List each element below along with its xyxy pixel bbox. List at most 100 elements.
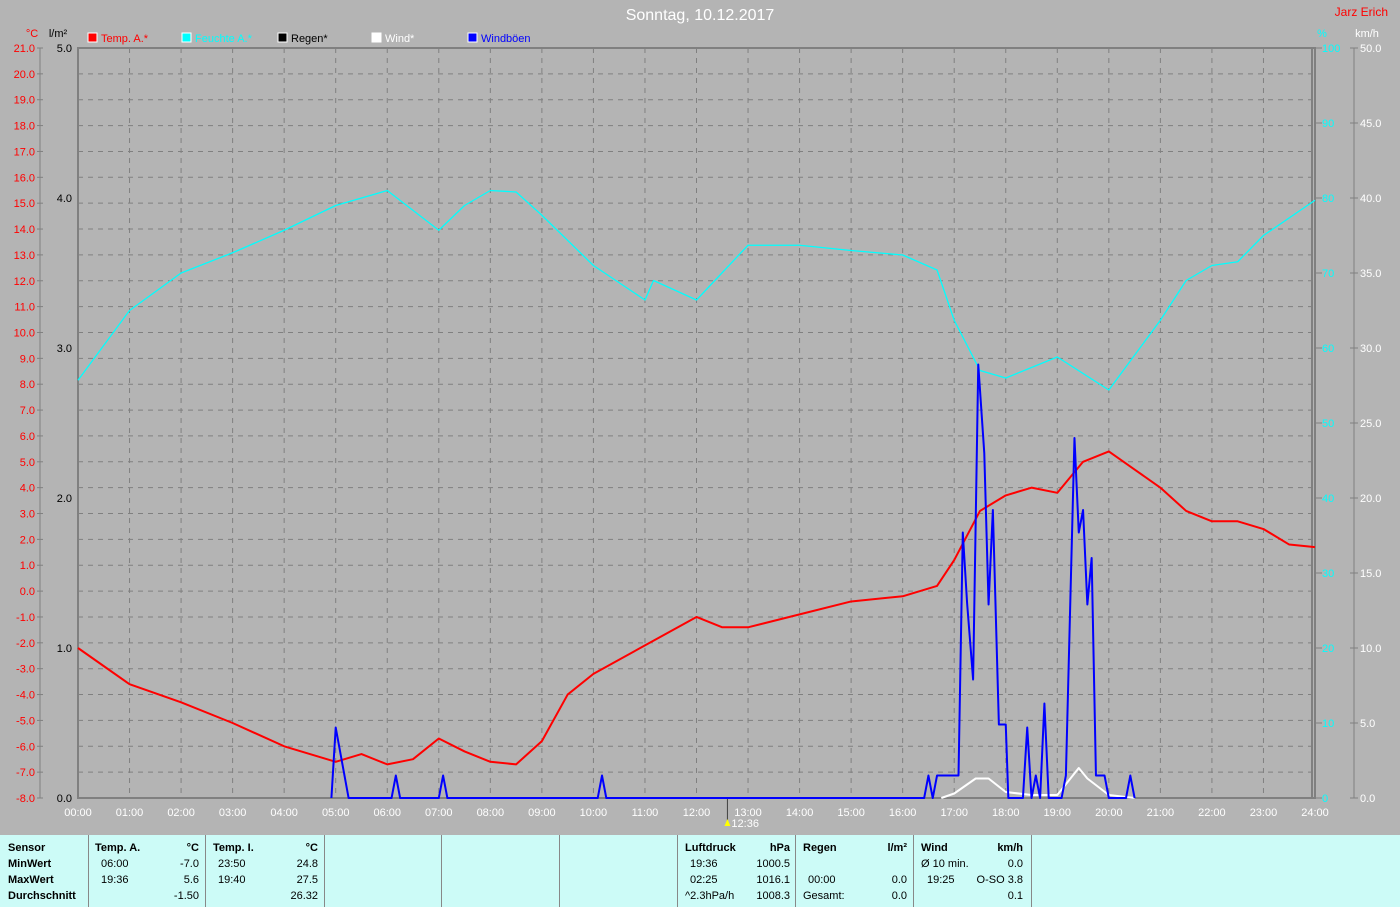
legend-swatch bbox=[371, 32, 382, 43]
rain-tick: 3.0 bbox=[57, 343, 72, 355]
temp-tick: 21.0 bbox=[14, 43, 35, 55]
min-label: MinWert bbox=[8, 858, 52, 870]
rain-unit: l/m² bbox=[887, 842, 907, 854]
wind-tick: 50.0 bbox=[1360, 43, 1381, 55]
temp-i-avg: 26.32 bbox=[290, 890, 318, 902]
temp-tick: 19.0 bbox=[14, 95, 35, 107]
cursor-time: 12:36 bbox=[731, 818, 759, 830]
temp-tick: 4.0 bbox=[20, 483, 35, 495]
legend-label: Wind* bbox=[385, 33, 415, 45]
x-tick: 03:00 bbox=[219, 807, 247, 819]
wind-avg: 0.0 bbox=[1007, 858, 1023, 870]
pressure-min: 1000.5 bbox=[756, 858, 790, 870]
humidity-tick: 40 bbox=[1322, 493, 1334, 505]
temp-a-header: Temp. A. bbox=[95, 842, 141, 854]
rain-header: Regen bbox=[803, 842, 837, 854]
temp-tick: 15.0 bbox=[14, 198, 35, 210]
wind-tick: 30.0 bbox=[1360, 343, 1381, 355]
wind-tick: 40.0 bbox=[1360, 193, 1381, 205]
empty-column bbox=[324, 835, 442, 907]
temp-a-min-time: 06:00 bbox=[101, 858, 129, 870]
temp-i-max-time: 19:40 bbox=[218, 874, 246, 886]
humidity-tick: 100 bbox=[1322, 43, 1340, 55]
temp-tick: 1.0 bbox=[20, 560, 35, 572]
x-tick: 23:00 bbox=[1250, 807, 1278, 819]
temp-a-avg: -1.50 bbox=[173, 890, 199, 902]
temp-a-max-time: 19:36 bbox=[101, 874, 129, 886]
temp-tick: -1.0 bbox=[16, 612, 35, 624]
x-tick: 20:00 bbox=[1095, 807, 1123, 819]
temp-tick: 3.0 bbox=[20, 509, 35, 521]
temp-tick: 0.0 bbox=[20, 586, 35, 598]
x-tick: 11:00 bbox=[632, 807, 659, 819]
x-tick: 00:00 bbox=[64, 807, 92, 819]
x-tick: 05:00 bbox=[322, 807, 350, 819]
x-tick: 16:00 bbox=[889, 807, 917, 819]
chart-title: Sonntag, 10.12.2017 bbox=[626, 7, 775, 24]
wind-max: O-SO 3.8 bbox=[976, 874, 1023, 886]
legend-swatch bbox=[277, 32, 288, 43]
x-tick: 06:00 bbox=[373, 807, 401, 819]
weather-chart: Sonntag, 10.12.2017 Jarz Erich °C l/m²% km/h… bbox=[14, 5, 1388, 830]
pressure-max-time: 02:25 bbox=[690, 874, 718, 886]
pressure-avg: 1008.3 bbox=[756, 890, 790, 902]
temp-tick: 16.0 bbox=[14, 172, 35, 184]
pressure-trend: ^2.3hPa/h bbox=[685, 890, 735, 902]
legend-label: Windböen bbox=[481, 33, 531, 45]
legend-swatch bbox=[87, 32, 98, 43]
temp-tick: 7.0 bbox=[20, 405, 35, 417]
temp-tick: 13.0 bbox=[14, 250, 35, 262]
x-tick: 07:00 bbox=[425, 807, 453, 819]
stats-panel: Sensor MinWert MaxWert Durchschnitt Temp… bbox=[0, 835, 1400, 907]
legend-swatch bbox=[181, 32, 192, 43]
temp-a-column: Temp. A. °C 06:00 -7.0 19:36 5.6 -1.50 bbox=[88, 835, 205, 907]
temp-tick: -5.0 bbox=[16, 715, 35, 727]
wind-tick: 5.0 bbox=[1360, 718, 1375, 730]
x-tick: 10:00 bbox=[580, 807, 608, 819]
temp-tick: -2.0 bbox=[16, 638, 35, 650]
pressure-max: 1016.1 bbox=[756, 874, 790, 886]
temp-a-unit: °C bbox=[186, 842, 199, 854]
humidity-tick: 90 bbox=[1322, 118, 1334, 130]
temp-a-max: 5.6 bbox=[183, 874, 199, 886]
wind-tick: 20.0 bbox=[1360, 493, 1381, 505]
rain-max: 0.0 bbox=[891, 874, 907, 886]
x-tick: 24:00 bbox=[1301, 807, 1329, 819]
sensor-column: Sensor MinWert MaxWert Durchschnitt bbox=[0, 835, 88, 907]
rain-tick: 5.0 bbox=[57, 43, 72, 55]
temp-tick: 10.0 bbox=[14, 327, 35, 339]
temp-tick: 17.0 bbox=[14, 146, 35, 158]
rain-total: 0.0 bbox=[891, 890, 907, 902]
rain-column: Regen l/m² 00:00 0.0 Gesamt: 0.0 bbox=[795, 835, 913, 907]
pressure-unit: hPa bbox=[769, 842, 790, 854]
temp-tick: -4.0 bbox=[16, 690, 35, 702]
rain-total-label: Gesamt: bbox=[803, 890, 845, 902]
humidity-tick: 50 bbox=[1322, 418, 1334, 430]
temp-i-max: 27.5 bbox=[296, 874, 318, 886]
pressure-min-time: 19:36 bbox=[690, 858, 718, 870]
temp-unit: °C bbox=[26, 28, 38, 40]
x-tick: 22:00 bbox=[1198, 807, 1226, 819]
pressure-column: Luftdruck hPa 19:36 1000.5 02:25 1016.1 … bbox=[677, 835, 795, 907]
temp-i-min: 24.8 bbox=[296, 858, 318, 870]
rain-tick: 2.0 bbox=[57, 493, 72, 505]
series-windböen bbox=[330, 363, 1136, 799]
x-tick: 02:00 bbox=[167, 807, 195, 819]
temp-tick: 14.0 bbox=[14, 224, 35, 236]
x-tick: 19:00 bbox=[1044, 807, 1072, 819]
column-divider bbox=[1031, 835, 1033, 907]
avg-label: Durchschnitt bbox=[8, 890, 76, 902]
author-label: Jarz Erich bbox=[1335, 5, 1388, 19]
temp-i-column: Temp. I. °C 23:50 24.8 19:40 27.5 26.32 bbox=[205, 835, 324, 907]
temp-i-min-time: 23:50 bbox=[218, 858, 246, 870]
legend-label: Temp. A.* bbox=[101, 33, 149, 45]
temp-tick: 20.0 bbox=[14, 69, 35, 81]
cursor-marker-icon bbox=[724, 819, 731, 826]
x-tick: 15:00 bbox=[837, 807, 865, 819]
x-tick: 18:00 bbox=[992, 807, 1020, 819]
x-tick: 21:00 bbox=[1147, 807, 1175, 819]
temp-tick: 8.0 bbox=[20, 379, 35, 391]
humidity-tick: 10 bbox=[1322, 718, 1334, 730]
temp-tick: -3.0 bbox=[16, 664, 35, 676]
rain-tick: 1.0 bbox=[57, 643, 72, 655]
